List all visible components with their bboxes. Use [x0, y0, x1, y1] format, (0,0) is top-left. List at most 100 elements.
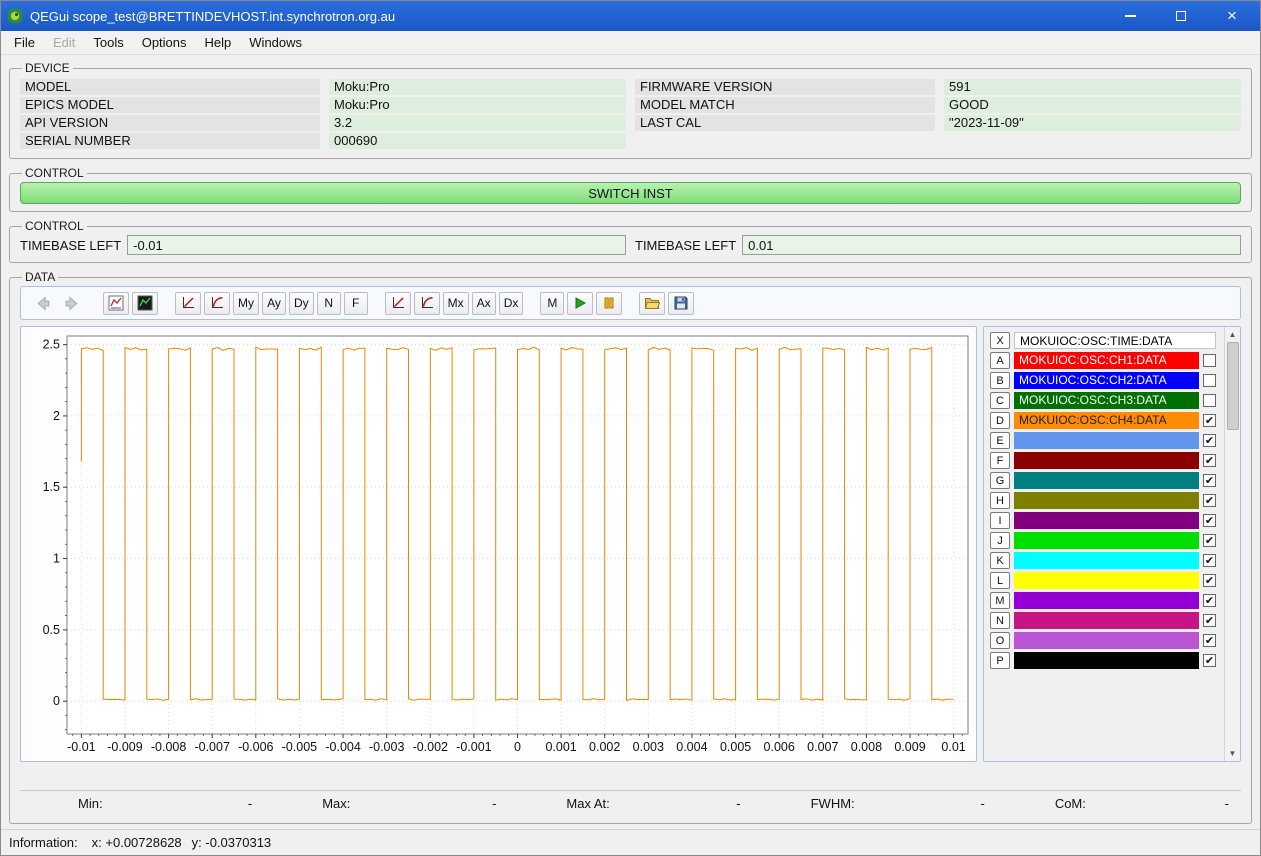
pv-letter-button-l[interactable]: L	[990, 572, 1010, 589]
pv-visible-checkbox[interactable]: ✔	[1203, 434, 1216, 447]
pv-visible-checkbox[interactable]: ✔	[1203, 634, 1216, 647]
menu-help[interactable]: Help	[196, 32, 241, 53]
pv-name-field[interactable]	[1014, 452, 1199, 469]
pv-visible-checkbox[interactable]: ✔	[1203, 534, 1216, 547]
pv-scrollbar[interactable]: ▲ ▼	[1224, 327, 1240, 761]
pv-name-field[interactable]	[1014, 552, 1199, 569]
pv-letter-button-c[interactable]: C	[990, 392, 1010, 409]
pv-visible-checkbox[interactable]: ✔	[1203, 654, 1216, 667]
timebase-left-pair: TIMEBASE LEFT	[20, 235, 626, 255]
menu-options[interactable]: Options	[133, 32, 196, 53]
pv-letter-button-a[interactable]: A	[990, 352, 1010, 369]
pv-name-field[interactable]: MOKUIOC:OSC:CH2:DATA	[1014, 372, 1199, 389]
pv-name-field[interactable]	[1014, 472, 1199, 489]
pv-visible-checkbox[interactable]	[1203, 354, 1216, 367]
timebase-left-input[interactable]	[127, 235, 626, 255]
pv-letter-button-e[interactable]: E	[990, 432, 1010, 449]
pv-name-field[interactable]	[1014, 532, 1199, 549]
menu-tools[interactable]: Tools	[84, 32, 132, 53]
pv-visible-checkbox[interactable]	[1203, 394, 1216, 407]
pv-visible-checkbox[interactable]: ✔	[1203, 594, 1216, 607]
stat-max: Max: -	[264, 796, 508, 811]
pv-name-field[interactable]: MOKUIOC:OSC:CH3:DATA	[1014, 392, 1199, 409]
pv-letter-button-j[interactable]: J	[990, 532, 1010, 549]
pv-name-field[interactable]: MOKUIOC:OSC:TIME:DATA	[1014, 332, 1216, 349]
auto-y-button[interactable]: Ay	[262, 291, 286, 315]
minimize-button[interactable]	[1108, 1, 1152, 31]
pv-visible-checkbox[interactable]: ✔	[1203, 474, 1216, 487]
control-timebase-title: CONTROL	[25, 219, 84, 233]
manual-x-button[interactable]: Mx	[442, 291, 469, 315]
pv-letter-button-h[interactable]: H	[990, 492, 1010, 509]
pv-letter-button-g[interactable]: G	[990, 472, 1010, 489]
timebase-row: TIMEBASE LEFT TIMEBASE LEFT	[20, 235, 1241, 255]
dynamic-x-button[interactable]: Dx	[498, 291, 524, 315]
switch-inst-button[interactable]: SWITCH INST	[20, 182, 1241, 204]
markers-button[interactable]: M	[540, 291, 565, 315]
x-scale-log-button[interactable]	[413, 291, 440, 315]
pv-letter-button-m[interactable]: M	[990, 592, 1010, 609]
pv-letter-button-f[interactable]: F	[990, 452, 1010, 469]
pv-letter-button-n[interactable]: N	[990, 612, 1010, 629]
pv-letter-button-p[interactable]: P	[990, 652, 1010, 669]
chart-area[interactable]: -0.01 -0.009 -0.008 -0.007 -0.006 -0.005 -0.00…	[20, 326, 977, 762]
normalised-y-button[interactable]: N	[316, 291, 341, 315]
pv-visible-checkbox[interactable]: ✔	[1203, 614, 1216, 627]
pv-letter-button-k[interactable]: K	[990, 552, 1010, 569]
pause-button[interactable]	[596, 291, 623, 315]
save-config-button[interactable]	[668, 291, 695, 315]
pv-visible-checkbox[interactable]: ✔	[1203, 454, 1216, 467]
pv-name-field[interactable]	[1014, 652, 1199, 669]
display-options-button[interactable]	[132, 291, 158, 315]
scroll-down-icon[interactable]: ▼	[1225, 746, 1240, 761]
pv-name-field[interactable]	[1014, 512, 1199, 529]
pv-name-field[interactable]	[1014, 432, 1199, 449]
scrollbar-thumb[interactable]	[1226, 342, 1239, 430]
load-config-button[interactable]	[639, 291, 666, 315]
pv-visible-checkbox[interactable]: ✔	[1203, 514, 1216, 527]
main-content: DEVICE MODEL Moku:Pro EPICS MODEL Moku:Pro A…	[1, 55, 1260, 829]
pv-name-field[interactable]: MOKUIOC:OSC:CH4:DATA	[1014, 412, 1199, 429]
pv-visible-checkbox[interactable]	[1203, 374, 1216, 387]
device-field-row: API VERSION 3.2	[20, 115, 626, 131]
pv-letter-button-x[interactable]: X	[990, 332, 1010, 349]
timebase-right-input[interactable]	[742, 235, 1241, 255]
menu-windows[interactable]: Windows	[240, 32, 311, 53]
y-scale-linear-button[interactable]	[175, 291, 201, 315]
field-value: 591	[944, 79, 1241, 95]
pv-letter-button-d[interactable]: D	[990, 412, 1010, 429]
stat-value: -	[1224, 796, 1230, 811]
titlebar: QEGui scope_test@BRETTINDEVHOST.int.sync…	[1, 1, 1260, 31]
pv-name-field[interactable]	[1014, 592, 1199, 609]
x-scale-linear-button[interactable]	[384, 291, 411, 315]
y-scale-log-button[interactable]	[204, 291, 230, 315]
stat-com: CoM: -	[997, 796, 1241, 811]
data-group-title: DATA	[25, 270, 56, 284]
pv-letter-button-o[interactable]: O	[990, 632, 1010, 649]
pv-name-field[interactable]	[1014, 632, 1199, 649]
pv-name-field[interactable]	[1014, 572, 1199, 589]
pv-letter-button-b[interactable]: B	[990, 372, 1010, 389]
pv-visible-checkbox[interactable]: ✔	[1203, 554, 1216, 567]
maximize-button[interactable]	[1159, 1, 1203, 31]
auto-x-button[interactable]: Ax	[471, 291, 496, 315]
menu-file[interactable]: File	[5, 32, 44, 53]
pv-letter-button-i[interactable]: I	[990, 512, 1010, 529]
scroll-up-icon[interactable]: ▲	[1225, 327, 1240, 342]
pv-visible-checkbox[interactable]: ✔	[1203, 494, 1216, 507]
pv-name-field[interactable]: MOKUIOC:OSC:CH1:DATA	[1014, 352, 1199, 369]
play-button[interactable]	[567, 291, 594, 315]
dynamic-y-button[interactable]: Dy	[289, 291, 314, 315]
manual-y-button[interactable]: My	[233, 291, 259, 315]
pv-name-field[interactable]	[1014, 612, 1199, 629]
statusbar: Information: x: +0.00728628 y: -0.037031…	[1, 829, 1260, 855]
device-col-left: MODEL Moku:Pro EPICS MODEL Moku:Pro API VERS…	[20, 77, 626, 151]
app-icon	[7, 8, 23, 24]
fractional-y-button[interactable]: F	[343, 291, 368, 315]
svg-text:-0.005: -0.005	[282, 740, 317, 754]
pv-visible-checkbox[interactable]: ✔	[1203, 414, 1216, 427]
close-button[interactable]: ×	[1210, 1, 1254, 31]
pv-visible-checkbox[interactable]: ✔	[1203, 574, 1216, 587]
pv-name-field[interactable]	[1014, 492, 1199, 509]
plot-options-button[interactable]	[103, 291, 129, 315]
